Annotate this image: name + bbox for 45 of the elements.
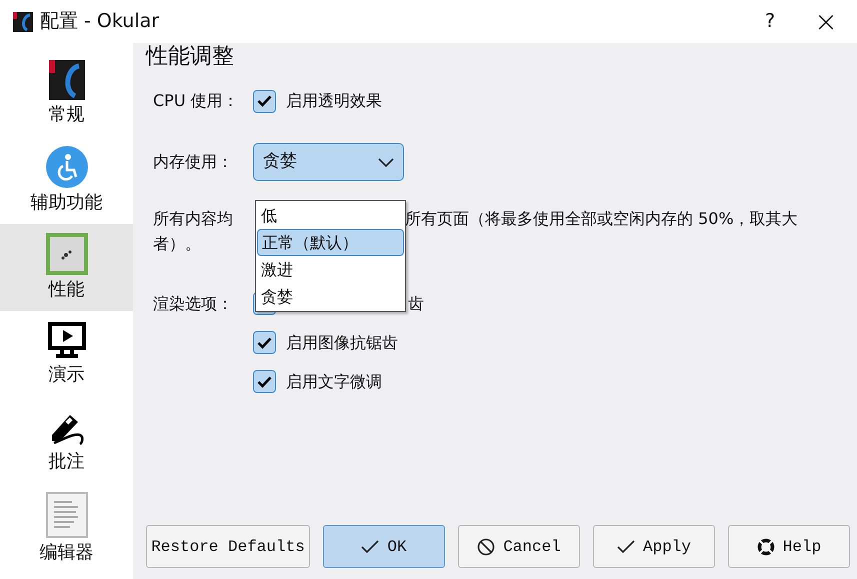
checkbox-label: 启用文字微调 bbox=[286, 370, 382, 392]
cancel-icon bbox=[477, 538, 496, 556]
checkbox-label: 启用图像抗锯齿 bbox=[286, 332, 398, 354]
check-icon bbox=[616, 540, 635, 554]
dialog-button[interactable]: Restore Defaults bbox=[146, 525, 310, 568]
close-button[interactable]: × bbox=[808, 8, 844, 36]
sidebar-item[interactable]: 性能 bbox=[0, 224, 133, 311]
lifebuoy-icon bbox=[756, 538, 775, 556]
dropdown-option[interactable]: 贪婪 bbox=[257, 283, 404, 310]
sidebar-item[interactable]: 常规 bbox=[0, 50, 133, 137]
checkmark-icon bbox=[257, 336, 272, 348]
checkbox[interactable] bbox=[253, 370, 276, 393]
checkmark-icon bbox=[257, 95, 272, 107]
accessibility-icon bbox=[46, 146, 88, 188]
dropdown-option[interactable]: 低 bbox=[257, 202, 404, 229]
sidebar-item[interactable]: 编辑器 bbox=[0, 485, 133, 572]
dialog-button[interactable]: OK bbox=[323, 525, 445, 568]
checkbox[interactable] bbox=[253, 331, 276, 354]
dialog-button[interactable]: Cancel bbox=[458, 525, 580, 568]
checkbox-label: 启用透明效果 bbox=[286, 90, 382, 112]
monitor-play-icon bbox=[48, 322, 86, 360]
help-button[interactable]: ? bbox=[750, 7, 790, 36]
dropdown-option[interactable]: 激进 bbox=[257, 256, 404, 283]
checkbox-label: 齿 bbox=[408, 292, 424, 314]
dialog-button[interactable]: Apply bbox=[593, 525, 715, 568]
sidebar-item[interactable]: 辅助功能 bbox=[0, 137, 133, 224]
memory-label: 内存使用： bbox=[152, 151, 234, 173]
checkbox[interactable] bbox=[253, 90, 276, 112]
document-icon bbox=[46, 492, 88, 538]
checkmark-icon bbox=[257, 376, 272, 388]
sidebar-item[interactable]: 演示 bbox=[0, 311, 133, 398]
cpu-label: CPU 使用： bbox=[152, 90, 240, 112]
chevron-down-icon bbox=[378, 158, 394, 166]
dialog-button[interactable]: Help bbox=[728, 525, 850, 568]
description-text: 所有内容均 bbox=[153, 208, 234, 230]
dropdown-option[interactable]: 正常（默认） bbox=[257, 229, 404, 256]
description-text: 所有页面（将最多使用全部或空闲内存的 50%，取其大 bbox=[405, 208, 798, 230]
window-title: 配置 - Okular bbox=[40, 9, 160, 34]
chip-icon bbox=[46, 233, 88, 276]
description-text: 者）。 bbox=[153, 234, 201, 253]
check-icon bbox=[361, 540, 380, 554]
rendering-label: 渲染选项： bbox=[152, 292, 234, 314]
memory-dropdown[interactable]: 贪婪 bbox=[253, 143, 404, 181]
sidebar-item[interactable]: 批注 bbox=[0, 398, 133, 485]
page-title: 性能调整 bbox=[146, 43, 235, 71]
